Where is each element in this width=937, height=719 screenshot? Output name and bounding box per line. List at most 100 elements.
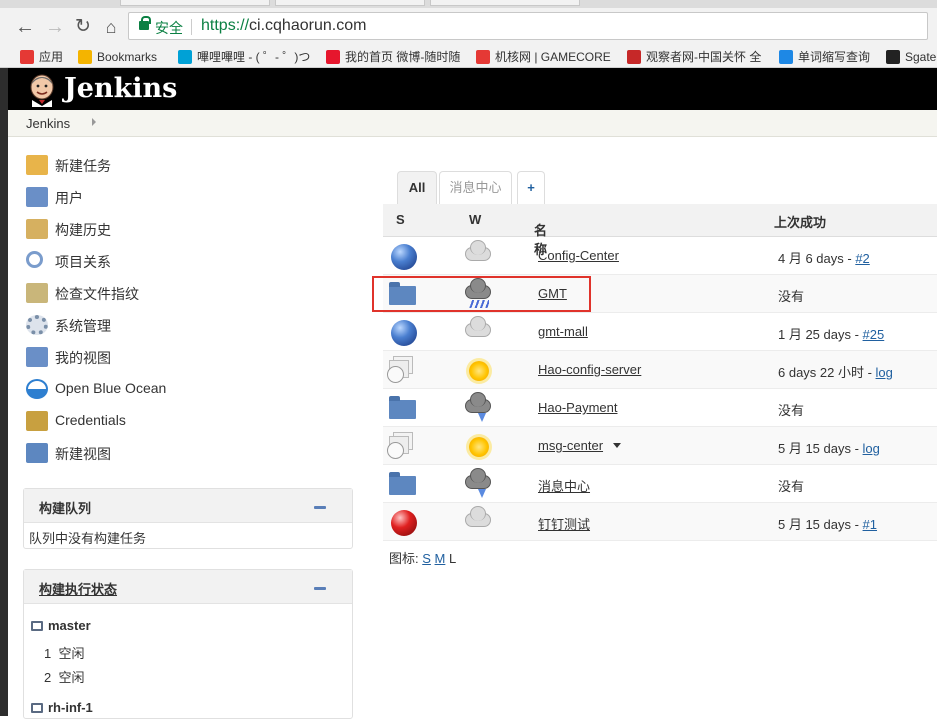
column-last-success[interactable]: 上次成功 [774, 212, 826, 231]
last-success-cell: 4 月 6 days - #2 [778, 248, 870, 267]
sidebar-task-item[interactable]: 新建任务 [22, 148, 352, 180]
job-name-link[interactable]: Config-Center [538, 248, 619, 263]
last-success-link[interactable]: log [876, 365, 893, 380]
executor-node-rh-inf-1[interactable]: rh-inf-1 [31, 700, 93, 715]
status-red-ball-icon [391, 510, 417, 536]
bookmark-item[interactable]: 应用 [20, 48, 63, 66]
last-success-text: 1 月 25 days - [778, 327, 863, 342]
highlight-box [372, 276, 591, 312]
last-success-text: 没有 [778, 289, 805, 304]
job-row: Hao-Payment 没有 [383, 389, 937, 427]
browser-toolbar: ← → ↻ ⌂ 安全 https://ci.cqhaorun.com [0, 8, 937, 46]
browser-tabs[interactable] [120, 0, 600, 6]
bookmark-item[interactable]: 机核网 | GAMECORE [476, 48, 611, 66]
github-icon [886, 50, 900, 64]
secure-label: 安全 [155, 20, 183, 36]
weather-cloudy-icon [463, 506, 493, 535]
sidebar-task-item[interactable]: Credentials [22, 404, 352, 436]
job-row: msg-center 5 月 15 days - log [383, 427, 937, 465]
job-name-link[interactable]: Hao-Payment [538, 400, 617, 415]
job-name-link[interactable]: 钉钉测试 [538, 514, 590, 533]
people-icon [26, 187, 48, 207]
bookmark-item[interactable]: Bookmarks [78, 48, 157, 66]
executor-node-name: rh-inf-1 [48, 700, 93, 715]
job-name-link[interactable]: gmt-mall [538, 324, 588, 339]
executor-status-title[interactable]: 构建执行状态 [39, 579, 117, 598]
bookmark-item[interactable]: 观察者网-中国关怀 全 [627, 48, 761, 66]
bookmark-item[interactable]: Sgate [886, 48, 936, 66]
minimize-icon[interactable] [314, 587, 326, 590]
bookmark-label: 嗶哩嗶哩 - ( ゜- ゜)つ [197, 50, 311, 64]
apps-grid-icon [20, 50, 34, 64]
icon-size-medium-link[interactable]: M [435, 551, 446, 566]
jenkins-butler-icon[interactable] [26, 73, 58, 107]
executor-status-header: 构建执行状态 [24, 570, 352, 604]
bookmark-label: Bookmarks [97, 50, 158, 64]
icon-size-small-link[interactable]: S [422, 551, 431, 566]
last-success-link[interactable]: #25 [863, 327, 885, 342]
forward-arrow-icon[interactable]: → [44, 16, 66, 38]
add-view-tab[interactable]: + [517, 171, 545, 204]
last-success-cell: 没有 [778, 286, 804, 305]
tab-message-center[interactable]: 消息中心 [439, 171, 512, 204]
lock-icon [139, 16, 151, 30]
bookmark-item[interactable]: 单词缩写查询 [779, 48, 870, 66]
sidebar-task-item[interactable]: 构建历史 [22, 212, 352, 244]
last-success-text: 没有 [778, 479, 805, 494]
column-status[interactable]: S [396, 212, 405, 227]
job-name-link[interactable]: Hao-config-server [538, 362, 641, 377]
url-text[interactable]: https://ci.cqhaorun.com [201, 17, 366, 35]
weather-sunny-icon [463, 433, 493, 459]
sidebar-task-item[interactable]: 我的视图 [22, 340, 352, 372]
browser-tab-strip [0, 0, 937, 8]
breadcrumb-arrow-icon[interactable] [92, 118, 96, 126]
home-icon[interactable]: ⌂ [100, 16, 122, 38]
sidebar-task-item[interactable]: 项目关系 [22, 244, 352, 276]
column-weather[interactable]: W [469, 212, 481, 227]
last-success-link[interactable]: #2 [855, 251, 869, 266]
minimize-icon[interactable] [314, 506, 326, 509]
tab-all[interactable]: All [397, 171, 437, 204]
sidebar-task-item[interactable]: 新建视图 [22, 436, 352, 468]
address-bar[interactable]: 安全 https://ci.cqhaorun.com [128, 12, 928, 40]
bilibili-icon [178, 50, 192, 64]
bookmark-item[interactable]: 我的首页 微博-随时随 [326, 48, 460, 66]
weather-storm-icon [463, 468, 493, 498]
executor-slot-status: 空闲 [58, 646, 85, 661]
blue-ocean-icon [26, 379, 48, 399]
bookmark-item[interactable]: 嗶哩嗶哩 - ( ゜- ゜)つ [178, 48, 310, 66]
browser-tab[interactable] [275, 0, 425, 6]
last-success-link[interactable]: log [863, 441, 880, 456]
job-row: 消息中心 没有 [383, 465, 937, 503]
dropdown-caret-icon[interactable] [613, 443, 621, 448]
sidebar-task-item[interactable]: 检查文件指纹 [22, 276, 352, 308]
job-name-link[interactable]: msg-center [538, 438, 603, 453]
weather-sunny-icon [463, 357, 493, 383]
bookmark-label: 我的首页 微博-随时随 [345, 50, 461, 64]
window-edge [0, 68, 8, 716]
people-icon [26, 347, 48, 367]
sidebar-task-item[interactable]: 系统管理 [22, 308, 352, 340]
sidebar-task-item[interactable]: Open Blue Ocean [22, 372, 352, 404]
last-success-cell: 6 days 22 小时 - log [778, 362, 893, 381]
jobs-table: S W 名称 ↓ 上次成功 Config-Center 4 月 6 days - … [383, 204, 937, 541]
status-blue-ball-icon [391, 244, 417, 270]
weibo-icon [326, 50, 340, 64]
gcores-icon [476, 50, 490, 64]
bookmark-label: 机核网 | GAMECORE [495, 50, 611, 64]
executor-node-master[interactable]: master [31, 618, 91, 633]
breadcrumb: Jenkins [8, 110, 937, 137]
last-success-link[interactable]: #1 [863, 517, 877, 532]
browser-tab[interactable] [430, 0, 580, 6]
sidebar-task-item[interactable]: 用户 [22, 180, 352, 212]
browser-tab[interactable] [120, 0, 270, 6]
back-arrow-icon[interactable]: ← [14, 16, 36, 38]
reload-icon[interactable]: ↻ [72, 16, 94, 38]
last-success-cell: 5 月 15 days - log [778, 438, 880, 457]
sidebar-task-label: 新建视图 [55, 446, 111, 462]
breadcrumb-root[interactable]: Jenkins [26, 116, 70, 131]
job-name-link[interactable]: 消息中心 [538, 476, 590, 495]
computer-icon [31, 621, 43, 631]
jenkins-title[interactable]: Jenkins [64, 73, 177, 104]
weather-cloudy-icon [463, 316, 493, 345]
